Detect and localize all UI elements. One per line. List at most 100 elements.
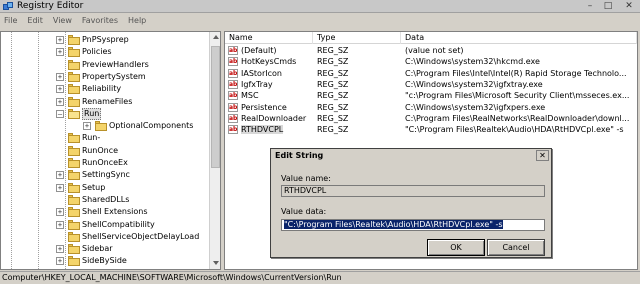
- tree-item[interactable]: + RenameFiles: [1, 96, 207, 108]
- tree-item-label: OptionalComponents: [109, 121, 194, 131]
- column-header-name[interactable]: Name: [225, 32, 313, 44]
- tree-item[interactable]: PreviewHandlers: [1, 59, 207, 71]
- menu-favorites[interactable]: Favorites: [82, 16, 118, 25]
- value-name: HotKeysCmds: [241, 57, 297, 67]
- type-cell: REG_SZ: [317, 91, 349, 101]
- tree-item-label: SideBySide: [82, 256, 127, 266]
- tree-item-label: Run-: [82, 133, 101, 143]
- name-cell: IgfxTray: [241, 79, 313, 90]
- registry-key-tree[interactable]: + PnPSysprep + Policies PreviewHandlers + Prop…: [0, 31, 221, 270]
- table-row[interactable]: ab IgfxTray REG_SZ C:\Windows\system32\igfx…: [225, 79, 637, 90]
- column-header-data[interactable]: Data: [401, 32, 637, 44]
- value-name: RTHDVCPL: [241, 125, 284, 135]
- expand-icon[interactable]: +: [56, 220, 64, 229]
- minimize-button[interactable]: –: [584, 1, 596, 11]
- table-row[interactable]: ab IAStorIcon REG_SZ C:\Program Files\Intel…: [225, 68, 637, 79]
- expand-icon[interactable]: +: [56, 208, 64, 217]
- tree-item-label: Shell Extensions: [82, 207, 148, 217]
- collapse-icon[interactable]: –: [56, 109, 64, 118]
- close-button[interactable]: ✕: [620, 1, 638, 11]
- tree-item[interactable]: + PropertySystem: [1, 71, 207, 83]
- window-controls: – □ ✕: [584, 1, 638, 11]
- tree-item[interactable]: Run-: [1, 132, 207, 144]
- tree-item-label: RenameFiles: [82, 96, 133, 106]
- tree-item[interactable]: + Policies: [1, 46, 207, 58]
- table-row[interactable]: ab Persistence REG_SZ C:\Windows\system32\i…: [225, 102, 637, 113]
- menu-bar: File Edit View Favorites Help: [0, 13, 640, 28]
- data-cell: C:\Program Files\Intel\Intel(R) Rapid St…: [405, 68, 627, 78]
- menu-edit[interactable]: Edit: [27, 16, 43, 25]
- tree-item-label: Policies: [82, 47, 112, 57]
- title-bar: Registry Editor – □ ✕: [0, 0, 640, 13]
- tree-item[interactable]: RunOnce: [1, 145, 207, 157]
- table-row[interactable]: ab (Default) REG_SZ (value not set): [225, 45, 637, 56]
- name-cell: RealDownloader: [241, 113, 313, 124]
- expand-icon[interactable]: +: [56, 85, 64, 94]
- expand-icon[interactable]: +: [56, 171, 64, 180]
- registry-editor-icon: [3, 1, 13, 11]
- column-header-type[interactable]: Type: [313, 32, 401, 44]
- scroll-up-arrow-icon[interactable]: [213, 35, 219, 39]
- expand-icon[interactable]: +: [56, 183, 64, 192]
- tree-item[interactable]: + Setup: [1, 182, 207, 194]
- data-cell: C:\Windows\system32\hkcmd.exe: [405, 57, 540, 67]
- tree-item[interactable]: + ShellCompatibility: [1, 219, 207, 231]
- folder-icon: [68, 71, 80, 82]
- tree-item-label: Setup: [82, 182, 106, 192]
- data-cell: "c:\Program Files\Microsoft Security Cli…: [405, 91, 630, 101]
- tree-item[interactable]: + Reliability: [1, 83, 207, 95]
- expand-icon[interactable]: +: [56, 72, 64, 81]
- tree-item-label: ShellServiceObjectDelayLoad: [82, 231, 200, 241]
- scroll-down-arrow-icon[interactable]: [213, 261, 219, 265]
- folder-icon: [68, 182, 80, 193]
- menu-view[interactable]: View: [53, 16, 72, 25]
- expand-icon[interactable]: +: [56, 97, 64, 106]
- tree-item-label: PropertySystem: [82, 71, 146, 81]
- table-row[interactable]: ab HotKeysCmds REG_SZ C:\Windows\system32\h…: [225, 56, 637, 67]
- expand-icon[interactable]: +: [56, 245, 64, 254]
- expand-icon[interactable]: +: [56, 257, 64, 266]
- dialog-close-icon[interactable]: ✕: [536, 150, 549, 161]
- data-cell: "C:\Program Files\Realtek\Audio\HDA\RtHD…: [405, 125, 624, 135]
- tree-item[interactable]: + Shell Extensions: [1, 206, 207, 218]
- tree-item[interactable]: ShellServiceObjectDelayLoad: [1, 231, 207, 243]
- tree-item[interactable]: + OptionalComponents: [1, 120, 207, 132]
- tree-item-label: RunOnceEx: [82, 158, 128, 167]
- tree-item[interactable]: + Sidebar: [1, 243, 207, 255]
- folder-icon: [95, 121, 107, 132]
- tree-vertical-scrollbar[interactable]: [209, 32, 220, 269]
- tree-item[interactable]: + SettingSync: [1, 169, 207, 181]
- folder-icon: [68, 256, 80, 267]
- folder-icon: [68, 194, 80, 205]
- table-row[interactable]: ab RTHDVCPL REG_SZ "C:\Program Files\Realte…: [225, 124, 637, 135]
- tree-item[interactable]: + PnPSysprep: [1, 34, 207, 46]
- expand-icon[interactable]: +: [56, 48, 64, 57]
- folder-icon: [68, 158, 80, 168]
- cancel-button[interactable]: Cancel: [487, 239, 545, 256]
- folder-icon: [68, 133, 80, 144]
- table-row[interactable]: ab MSC REG_SZ "c:\Program Files\Microsoft S…: [225, 90, 637, 101]
- string-value-icon: ab: [228, 113, 238, 123]
- table-row[interactable]: ab RealDownloader REG_SZ C:\Program Files\R…: [225, 113, 637, 124]
- tree-item[interactable]: – Run: [1, 107, 207, 120]
- data-cell: (value not set): [405, 46, 464, 55]
- scroll-thumb[interactable]: [211, 46, 220, 168]
- tree-item[interactable]: + SideBySide: [1, 255, 207, 267]
- menu-file[interactable]: File: [4, 16, 17, 25]
- tree-item[interactable]: RunOnceEx: [1, 157, 207, 169]
- value-name: (Default): [241, 46, 277, 55]
- expand-icon[interactable]: +: [83, 122, 91, 131]
- expand-icon[interactable]: +: [56, 36, 64, 44]
- name-cell: MSC: [241, 90, 313, 101]
- menu-help[interactable]: Help: [128, 16, 146, 25]
- value-data-input[interactable]: "C:\Program Files\Realtek\Audio\HDA\RtHD…: [281, 219, 545, 231]
- tree-item-label: Reliability: [82, 84, 122, 94]
- value-name: IgfxTray: [241, 79, 273, 89]
- maximize-button[interactable]: □: [602, 1, 614, 11]
- tree-item[interactable]: SharedDLLs: [1, 194, 207, 206]
- string-value-icon: ab: [228, 46, 238, 55]
- ok-button[interactable]: OK: [427, 239, 485, 256]
- string-value-icon: ab: [228, 68, 238, 78]
- folder-icon: [68, 59, 80, 70]
- tree-item-label: PreviewHandlers: [82, 59, 149, 69]
